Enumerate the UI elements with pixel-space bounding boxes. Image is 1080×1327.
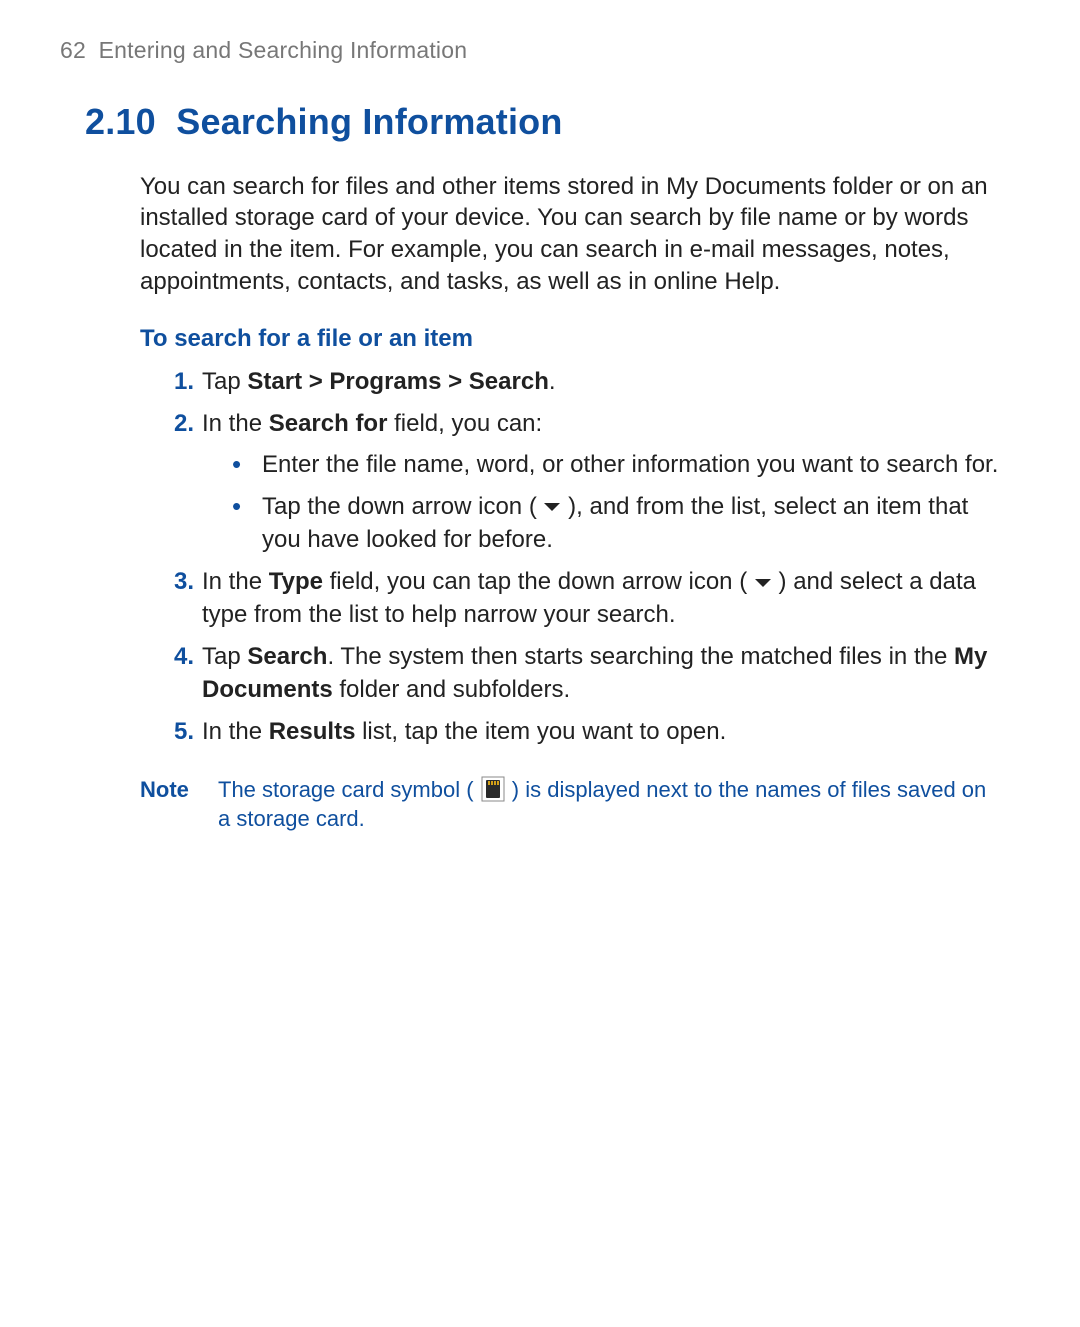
- step-text: . The system then starts searching the m…: [327, 643, 954, 670]
- intro-paragraph: You can search for files and other items…: [140, 171, 1000, 298]
- section-name: Searching Information: [176, 101, 562, 142]
- procedure-heading: To search for a file or an item: [140, 323, 1000, 355]
- step-text: Tap: [202, 368, 247, 395]
- bullet-text: Enter the file name, word, or other info…: [262, 451, 998, 478]
- sub-bullets: Enter the file name, word, or other info…: [226, 449, 1000, 557]
- step-bold: Search: [247, 643, 327, 670]
- section-number: 2.10: [85, 101, 156, 142]
- page: 62 Entering and Searching Information 2.…: [0, 0, 1080, 834]
- step-number: 2.: [160, 408, 194, 440]
- note-block: Note The storage card symbol ( ) is disp…: [140, 775, 1000, 834]
- step-1: 1. Tap Start > Programs > Search.: [160, 366, 1000, 398]
- note-text-pre: The storage card symbol (: [218, 777, 474, 802]
- step-text: field, you can tap the down arrow icon (: [323, 568, 747, 595]
- step-bold: Type: [269, 568, 323, 595]
- step-5: 5. In the Results list, tap the item you…: [160, 716, 1000, 748]
- step-number: 1.: [160, 366, 194, 398]
- step-number: 4.: [160, 641, 194, 673]
- note-label: Note: [140, 775, 218, 834]
- step-text: folder and subfolders.: [333, 676, 570, 703]
- running-header: 62 Entering and Searching Information: [60, 35, 1010, 66]
- step-number: 3.: [160, 566, 194, 598]
- dropdown-arrow-icon: [543, 489, 561, 521]
- step-bold: Results: [269, 718, 356, 745]
- step-text: field, you can:: [387, 410, 542, 437]
- bullet-2: Tap the down arrow icon ( ), and from th…: [226, 491, 1000, 556]
- step-3: 3. In the Type field, you can tap the do…: [160, 566, 1000, 631]
- dropdown-arrow-icon: [754, 565, 772, 597]
- bullet-text: Tap the down arrow icon (: [262, 493, 537, 520]
- step-text: Tap: [202, 643, 247, 670]
- step-bold: Search for: [269, 410, 388, 437]
- step-text: list, tap the item you want to open.: [355, 718, 726, 745]
- page-number: 62: [60, 37, 86, 63]
- storage-card-icon: [481, 776, 505, 802]
- step-text: In the: [202, 718, 269, 745]
- step-number: 5.: [160, 716, 194, 748]
- content: You can search for files and other items…: [140, 171, 1000, 834]
- step-text: In the: [202, 410, 269, 437]
- section-title: 2.10 Searching Information: [85, 98, 1010, 147]
- step-text: In the: [202, 568, 269, 595]
- bullet-1: Enter the file name, word, or other info…: [226, 449, 1000, 481]
- step-bold: Start > Programs > Search: [247, 368, 548, 395]
- note-text: The storage card symbol ( ) is displayed…: [218, 775, 1000, 834]
- step-text: .: [549, 368, 556, 395]
- steps-list: 1. Tap Start > Programs > Search. 2. In …: [160, 366, 1000, 749]
- step-4: 4. Tap Search. The system then starts se…: [160, 641, 1000, 706]
- step-2: 2. In the Search for field, you can: Ent…: [160, 408, 1000, 556]
- chapter-title: Entering and Searching Information: [99, 37, 468, 63]
